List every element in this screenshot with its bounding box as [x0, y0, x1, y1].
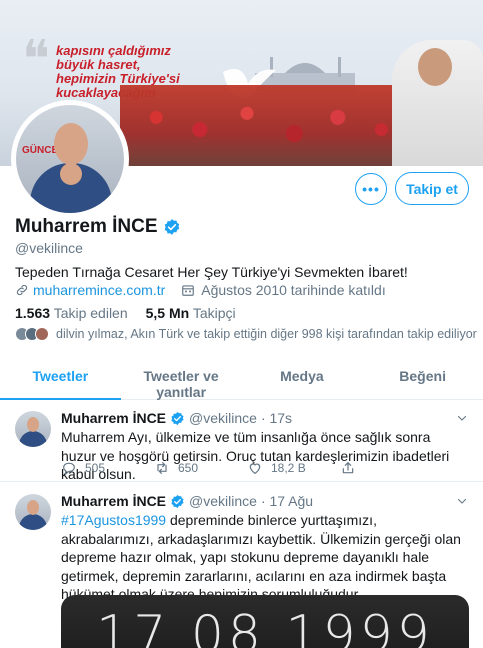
banner-slogan-line: hepimizin Türkiye'si — [56, 71, 180, 86]
join-date: Ağustos 2010 tarihinde katıldı — [201, 282, 386, 298]
tweet[interactable]: Muharrem İNCE @vekilince · 17 Ağu #17Agu… — [0, 483, 483, 648]
like-action[interactable]: 18,2 B — [247, 460, 340, 476]
profile-tabs: Tweetler Tweetler ve yanıtlar Medya Beğe… — [0, 352, 483, 400]
link-icon — [16, 284, 28, 296]
more-options-button[interactable]: ••• — [355, 173, 387, 205]
calendar-icon — [182, 285, 195, 296]
followers-you-know-text: dilvin yılmaz, Akın Türk ve takip ettiği… — [56, 327, 477, 341]
like-count: 18,2 B — [271, 461, 306, 475]
tweet[interactable]: Muharrem İNCE @vekilince · 17s Muharrem … — [0, 400, 483, 482]
avatar-hands — [60, 163, 82, 185]
mutual-avatars — [15, 327, 49, 341]
follow-button[interactable]: Takip et — [395, 172, 469, 205]
tweet-author-handle[interactable]: @vekilince — [189, 493, 257, 509]
tab-media[interactable]: Medya — [242, 352, 363, 399]
profile-meta: muharremince.com.tr Ağustos 2010 tarihin… — [15, 282, 386, 298]
tweet-header: Muharrem İNCE @vekilince · 17 Ağu — [61, 493, 313, 509]
retweet-icon — [157, 462, 167, 474]
tweet-avatar[interactable] — [15, 411, 51, 447]
mutual-avatar — [35, 327, 49, 341]
avatar-image: GÜNCE — [16, 105, 124, 213]
banner-person-head — [418, 48, 452, 86]
avatar-caption: GÜNCE — [22, 145, 59, 156]
tweet-author-handle[interactable]: @vekilince — [189, 410, 257, 426]
tweet-actions: 505 650 18,2 B — [61, 460, 433, 476]
tweet-author-name[interactable]: Muharrem İNCE — [61, 493, 166, 509]
followers-you-know[interactable]: dilvin yılmaz, Akın Türk ve takip ettiği… — [15, 327, 477, 341]
following-count-link[interactable]: 1.563 Takip edilen — [15, 305, 128, 321]
avatar-face — [54, 123, 88, 165]
profile-avatar[interactable]: GÜNCE — [11, 100, 129, 218]
chevron-down-icon[interactable] — [456, 495, 468, 507]
reply-action[interactable]: 505 — [61, 460, 154, 476]
profile-name-text: Muharrem İNCE — [15, 216, 158, 237]
website-link[interactable]: muharremince.com.tr — [33, 282, 165, 298]
profile-name: Muharrem İNCE — [15, 216, 181, 238]
tweet-media[interactable]: 17.08.1999 — [61, 595, 469, 648]
following-count: 1.563 — [15, 305, 51, 321]
tweet-timestamp[interactable]: · 17 Ağu — [261, 493, 313, 509]
tab-tweets[interactable]: Tweetler — [0, 352, 121, 400]
media-caption: 17.08.1999 — [96, 605, 434, 648]
reply-count: 505 — [85, 461, 106, 475]
profile-handle: @vekilince — [15, 240, 83, 256]
followers-count: 5,5 Mn — [145, 305, 190, 321]
quote-mark-icon: ❝ — [22, 30, 50, 90]
verified-badge-icon — [171, 494, 184, 508]
banner-slogan-line: kapısını çaldığımız — [56, 43, 171, 58]
verified-badge-icon — [164, 219, 179, 235]
profile-bio: Tepeden Tırnağa Cesaret Her Şey Türkiye'… — [15, 264, 408, 280]
retweet-action[interactable]: 650 — [154, 460, 247, 476]
tweet-avatar[interactable] — [15, 494, 51, 530]
retweet-count: 650 — [178, 461, 199, 475]
follow-counts: 1.563 Takip edilen 5,5 Mn Takipçi — [15, 305, 236, 321]
tab-likes[interactable]: Beğeni — [362, 352, 483, 399]
heart-icon — [249, 463, 261, 475]
tab-tweets-and-replies[interactable]: Tweetler ve yanıtlar — [121, 352, 242, 400]
tweet-author-name[interactable]: Muharrem İNCE — [61, 410, 166, 426]
hashtag-link[interactable]: #17Agustos1999 — [61, 512, 166, 528]
share-icon — [342, 462, 354, 474]
followers-count-link[interactable]: 5,5 Mn Takipçi — [146, 305, 236, 321]
banner-slogan-line: büyük hasret, — [56, 57, 141, 72]
share-action[interactable] — [340, 460, 433, 476]
following-label: Takip edilen — [53, 305, 128, 321]
tweet-text: #17Agustos1999 depreminde binlerce yurtt… — [61, 511, 461, 604]
tweet-timestamp[interactable]: · 17s — [261, 410, 292, 426]
reply-icon — [63, 462, 75, 476]
followers-label: Takipçi — [192, 305, 236, 321]
tweet-header: Muharrem İNCE @vekilince · 17s — [61, 410, 292, 426]
chevron-down-icon[interactable] — [456, 412, 468, 424]
verified-badge-icon — [171, 411, 184, 425]
